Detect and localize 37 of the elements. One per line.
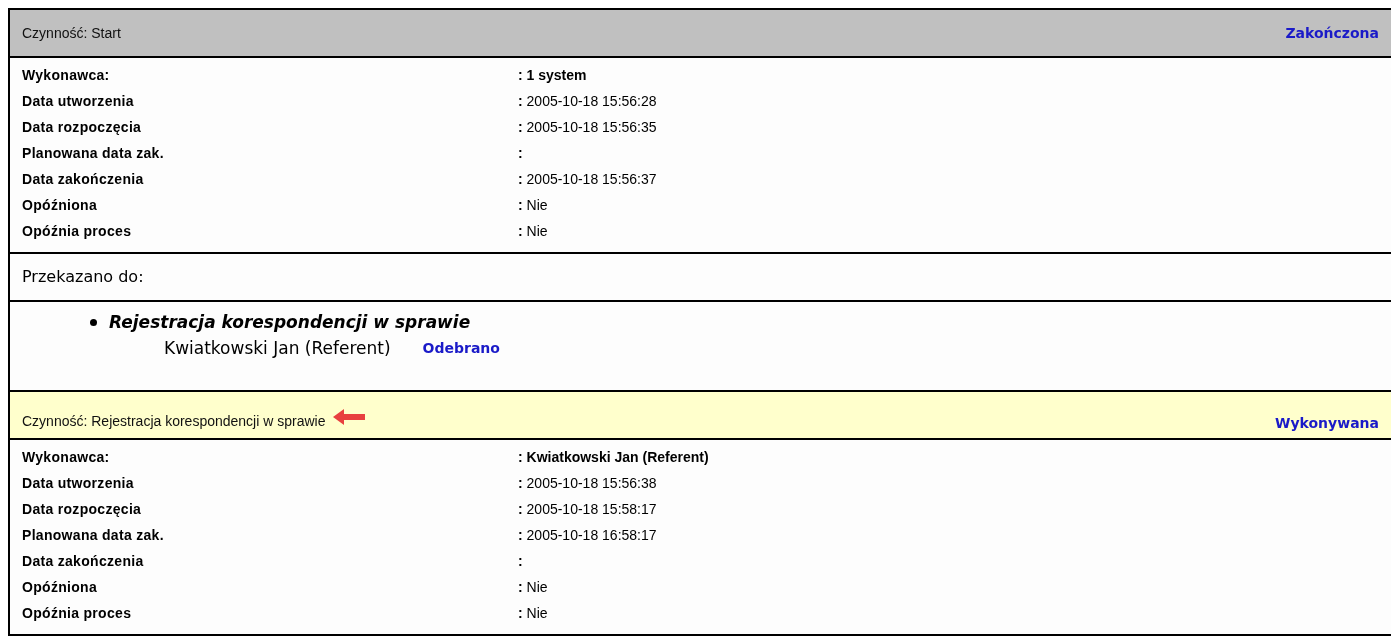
field-label: Data rozpoczęcia — [22, 499, 143, 519]
field-value: : Nie — [518, 195, 548, 215]
forwarded-task: Rejestracja korespondencji w sprawie — [109, 311, 471, 334]
field-value: : Nie — [518, 221, 548, 241]
field-label: Wykonawca: — [22, 65, 111, 85]
activity-status: Zakończona — [1285, 23, 1379, 43]
field-value: : 2005-10-18 15:58:17 — [518, 499, 657, 519]
field-value: : Nie — [518, 603, 548, 623]
field-label: Data utworzenia — [22, 91, 135, 111]
field-value: : — [518, 143, 523, 163]
field-label: Opóźniona — [22, 195, 99, 215]
field-value: : 2005-10-18 15:56:28 — [518, 91, 657, 111]
field-value: : Nie — [518, 577, 548, 597]
field-label: Data zakończenia — [22, 169, 145, 189]
field-value: : Kwiatkowski Jan (Referent) — [518, 447, 709, 467]
activity-title: Czynność: Rejestracja korespondencji w sprawie — [22, 411, 326, 431]
forwarded-person: Kwiatkowski Jan (Referent) — [164, 336, 391, 360]
field-label: Data rozpoczęcia — [22, 117, 143, 137]
forwarded-status: Odebrano — [422, 338, 500, 358]
field-label: Wykonawca: — [22, 447, 111, 467]
forwarded-heading: Przekazano do: — [22, 266, 144, 288]
activity-status: Wykonywana — [1275, 414, 1379, 433]
field-value: : — [518, 551, 523, 571]
field-label: Planowana data zak. — [22, 143, 165, 163]
field-label: Opóźnia proces — [22, 603, 133, 623]
field-value: : 2005-10-18 15:56:35 — [518, 117, 657, 137]
field-value: : 2005-10-18 15:56:37 — [518, 169, 657, 189]
field-label: Planowana data zak. — [22, 525, 165, 545]
field-value: : 2005-10-18 16:58:17 — [518, 525, 657, 545]
activity-title: Czynność: Start — [22, 23, 121, 43]
field-label: Data zakończenia — [22, 551, 145, 571]
field-label: Opóźnia proces — [22, 221, 133, 241]
bullet-icon — [90, 319, 97, 327]
field-label: Opóźniona — [22, 577, 99, 597]
field-value: : 1 system — [518, 65, 587, 85]
field-label: Data utworzenia — [22, 473, 135, 493]
field-value: : 2005-10-18 15:56:38 — [518, 473, 657, 493]
